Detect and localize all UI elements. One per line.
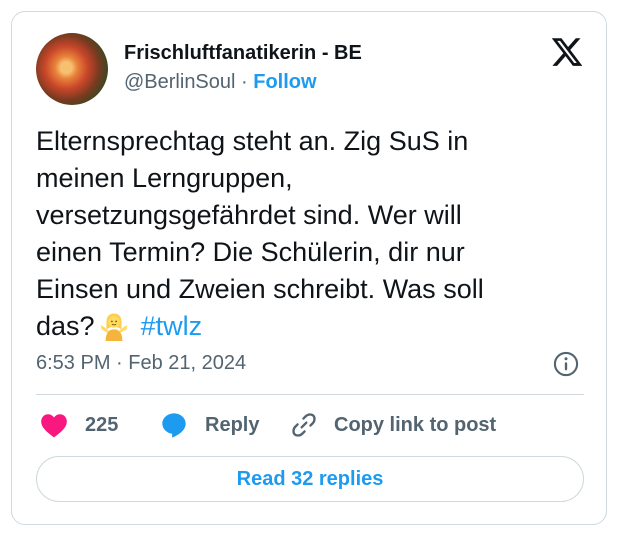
tweet-timestamp[interactable]: 6:53 PM · Feb 21, 2024 bbox=[36, 352, 246, 375]
reply-label: Reply bbox=[205, 413, 260, 436]
heart-icon bbox=[41, 414, 67, 438]
read-replies-button[interactable]: Read 32 replies bbox=[36, 456, 584, 502]
tweet-line-last: das? #twlz bbox=[36, 308, 576, 345]
reply-button[interactable]: Reply bbox=[160, 410, 259, 440]
like-count: 225 bbox=[85, 413, 119, 436]
copy-link-label: Copy link to post bbox=[334, 413, 497, 436]
author-handle[interactable]: @BerlinSoul bbox=[124, 71, 235, 93]
tweet-line: einen Termin? Die Schülerin, dir nur bbox=[36, 237, 465, 267]
tweet-card: Frischluftfanatikerin - BE @BerlinSoul ·… bbox=[11, 11, 607, 525]
person-shrugging-emoji-icon bbox=[100, 313, 127, 341]
handle-separator: · bbox=[235, 71, 254, 93]
divider bbox=[36, 394, 584, 395]
reply-bubble-icon bbox=[162, 413, 186, 438]
x-logo-icon[interactable] bbox=[550, 35, 584, 69]
follow-button[interactable]: Follow bbox=[253, 71, 316, 93]
tweet-line: meinen Lerngruppen, bbox=[36, 163, 293, 193]
author-display-name[interactable]: Frischluftfanatikerin - BE bbox=[124, 42, 362, 65]
tweet-text: Elternsprechtag steht an. Zig SuS in mei… bbox=[36, 123, 576, 345]
copy-link-button[interactable]: Copy link to post bbox=[290, 410, 496, 440]
author-handle-row: @BerlinSoul · Follow bbox=[124, 71, 317, 94]
link-icon bbox=[292, 413, 316, 437]
info-icon[interactable] bbox=[552, 350, 580, 378]
avatar[interactable] bbox=[36, 33, 108, 105]
tweet-line: versetzungsgefährdet sind. Wer will bbox=[36, 200, 462, 230]
tweet-line: Einsen und Zweien schreibt. Was soll bbox=[36, 274, 484, 304]
hashtag-link[interactable]: #twlz bbox=[141, 311, 203, 341]
tweet-line: Elternsprechtag steht an. Zig SuS in bbox=[36, 126, 469, 156]
tweet-last-text: das? bbox=[36, 311, 95, 341]
like-button[interactable]: 225 bbox=[40, 410, 118, 440]
